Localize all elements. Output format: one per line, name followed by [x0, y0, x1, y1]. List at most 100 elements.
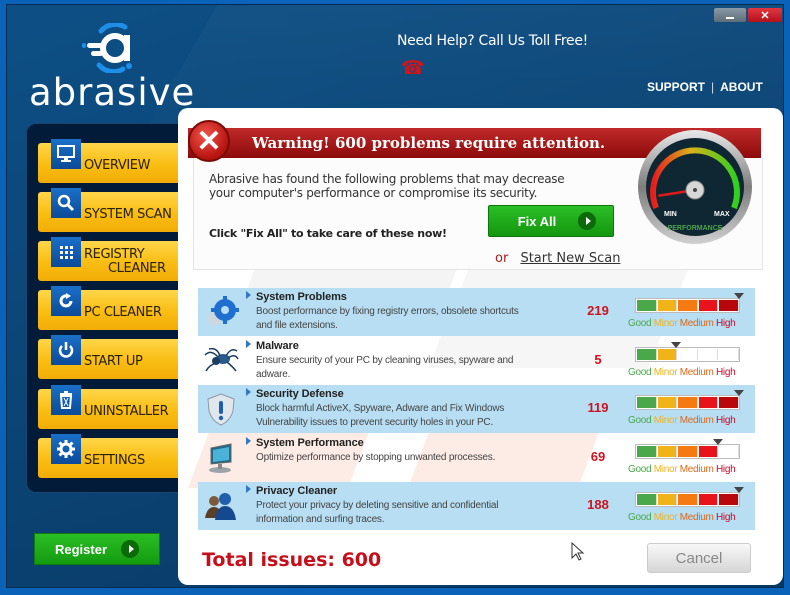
severity-segment: [637, 494, 657, 506]
sidebar-item-label: OVERVIEW: [84, 158, 151, 173]
severity-segment: [719, 445, 739, 457]
gears-icon: [203, 294, 239, 330]
shield-icon: [203, 391, 239, 427]
severity-segment: [657, 445, 678, 457]
or-label: or: [495, 251, 509, 266]
sidebar-item-label-line2: CLEANER: [108, 261, 166, 276]
gear-icon: [51, 434, 81, 464]
problem-description: Ensure security of your PC by cleaning v…: [256, 354, 514, 380]
problem-row[interactable]: Privacy Cleaner Protect your privacy by …: [198, 482, 755, 531]
severity-meter: [635, 395, 740, 411]
severity-segment: [678, 494, 698, 506]
sidebar-item-overview[interactable]: OVERVIEW: [38, 139, 188, 183]
grid-icon: [51, 237, 81, 267]
problem-row[interactable]: System Performance Optimize performance …: [198, 434, 755, 482]
app-window: ✕ abrasive Need Help? Call Us Toll Free!…: [6, 4, 784, 588]
severity-segment: [657, 397, 678, 409]
sidebar-item-label: UNINSTALLER: [84, 404, 169, 419]
label-minor: Minor: [653, 415, 678, 427]
sidebar-item-start-up[interactable]: START UP: [38, 335, 188, 379]
users-icon: [203, 488, 239, 524]
label-medium: Medium: [679, 366, 714, 378]
severity-labels: Good Minor Medium High: [628, 318, 736, 329]
label-minor: Minor: [653, 366, 678, 378]
arrow-right-icon: [578, 212, 597, 230]
problem-row[interactable]: System Problems Boost performance by fix…: [198, 288, 755, 336]
sidebar-item-pc-cleaner[interactable]: PC CLEANER: [38, 286, 188, 330]
problem-count: 5: [594, 351, 602, 367]
label-high: High: [716, 512, 736, 524]
label-good: Good: [628, 366, 652, 378]
problem-title: Security Defense: [246, 388, 344, 400]
problem-description: Optimize performance by stopping unwante…: [256, 451, 496, 463]
severity-segment: [698, 445, 719, 457]
severity-segment: [678, 300, 698, 311]
severity-segment: [719, 397, 739, 409]
severity-pointer: [671, 341, 681, 348]
phone-icon: ☎: [401, 58, 425, 79]
support-link[interactable]: SUPPORT: [647, 80, 705, 94]
fix-all-button[interactable]: Fix All: [488, 205, 614, 237]
mouse-cursor-icon: [571, 542, 585, 561]
severity-labels: Good Minor Medium High: [628, 463, 736, 475]
problem-title: Privacy Cleaner: [246, 485, 337, 497]
sidebar-item-label: START UP: [84, 354, 143, 369]
fix-all-label: Fix All: [517, 213, 557, 229]
severity-meter: [635, 443, 740, 459]
sidebar-item-system-scan[interactable]: SYSTEM SCAN: [38, 188, 188, 232]
problem-row[interactable]: Security Defense Block harmful ActiveX, …: [198, 385, 755, 434]
trash-icon: [51, 385, 81, 415]
label-good: Good: [628, 512, 652, 524]
label-high: High: [716, 415, 736, 427]
new-scan-row: or Start New Scan: [495, 251, 620, 266]
severity-labels: Good Minor Medium High: [628, 512, 736, 524]
close-icon: ✕: [760, 9, 770, 22]
minimize-button[interactable]: [714, 8, 746, 22]
computer-icon: [203, 440, 239, 476]
severity-pointer: [713, 438, 723, 445]
warning-title: Warning! 600 problems require attention.: [252, 134, 606, 152]
about-link[interactable]: ABOUT: [720, 80, 763, 94]
help-text: Need Help? Call Us Toll Free!: [397, 33, 588, 49]
label-medium: Medium: [679, 463, 714, 475]
label-good: Good: [628, 318, 652, 329]
cancel-button[interactable]: Cancel: [647, 543, 751, 573]
sidebar-item-label: SETTINGS: [84, 453, 145, 468]
sidebar-item-uninstaller[interactable]: UNINSTALLER: [38, 385, 188, 429]
problem-row[interactable]: Malware Ensure security of your PC by cl…: [198, 337, 755, 385]
main-panel: Warning! 600 problems require attention.…: [178, 108, 783, 585]
severity-pointer: [734, 390, 744, 397]
sidebar-item-label: PC CLEANER: [84, 305, 162, 320]
problem-count: 119: [587, 400, 609, 416]
severity-pointer: [734, 293, 744, 299]
label-medium: Medium: [679, 415, 714, 427]
total-issues: Total issues: 600: [202, 549, 382, 571]
abrasive-logo-icon: [82, 23, 132, 73]
top-links: SUPPORT | ABOUT: [647, 80, 763, 94]
gauge-caption: PERFORMANCE: [668, 225, 723, 232]
severity-segment: [678, 397, 698, 409]
severity-segment: [719, 300, 739, 311]
label-high: High: [716, 463, 736, 475]
severity-segment: [657, 300, 678, 311]
gauge-min-label: MIN: [664, 211, 677, 218]
sidebar-item-label: SYSTEM SCAN: [84, 207, 172, 222]
severity-segment: [637, 348, 657, 360]
severity-segment: [698, 300, 719, 311]
label-good: Good: [628, 415, 652, 427]
warning-description: Abrasive has found the following problem…: [209, 172, 565, 200]
problem-title: Malware: [246, 340, 299, 352]
severity-segment: [637, 445, 657, 457]
sidebar-item-label: REGISTRY: [84, 247, 145, 262]
problem-count: 219: [587, 303, 609, 318]
app-logo: abrasive: [25, 19, 194, 114]
sidebar-item-settings[interactable]: SETTINGS: [38, 434, 188, 478]
problem-title: System Performance: [246, 437, 364, 449]
register-button[interactable]: Register: [34, 533, 160, 565]
problem-description: Protect your privacy by deleting sensiti…: [256, 500, 499, 526]
brand-name: abrasive: [29, 71, 196, 114]
close-button[interactable]: ✕: [748, 8, 782, 22]
start-new-scan-link[interactable]: Start New Scan: [520, 251, 620, 266]
cta-text: Click "Fix All" to take care of these no…: [209, 227, 447, 240]
sidebar-item-registry-cleaner[interactable]: REGISTRY CLEANER: [38, 237, 188, 281]
